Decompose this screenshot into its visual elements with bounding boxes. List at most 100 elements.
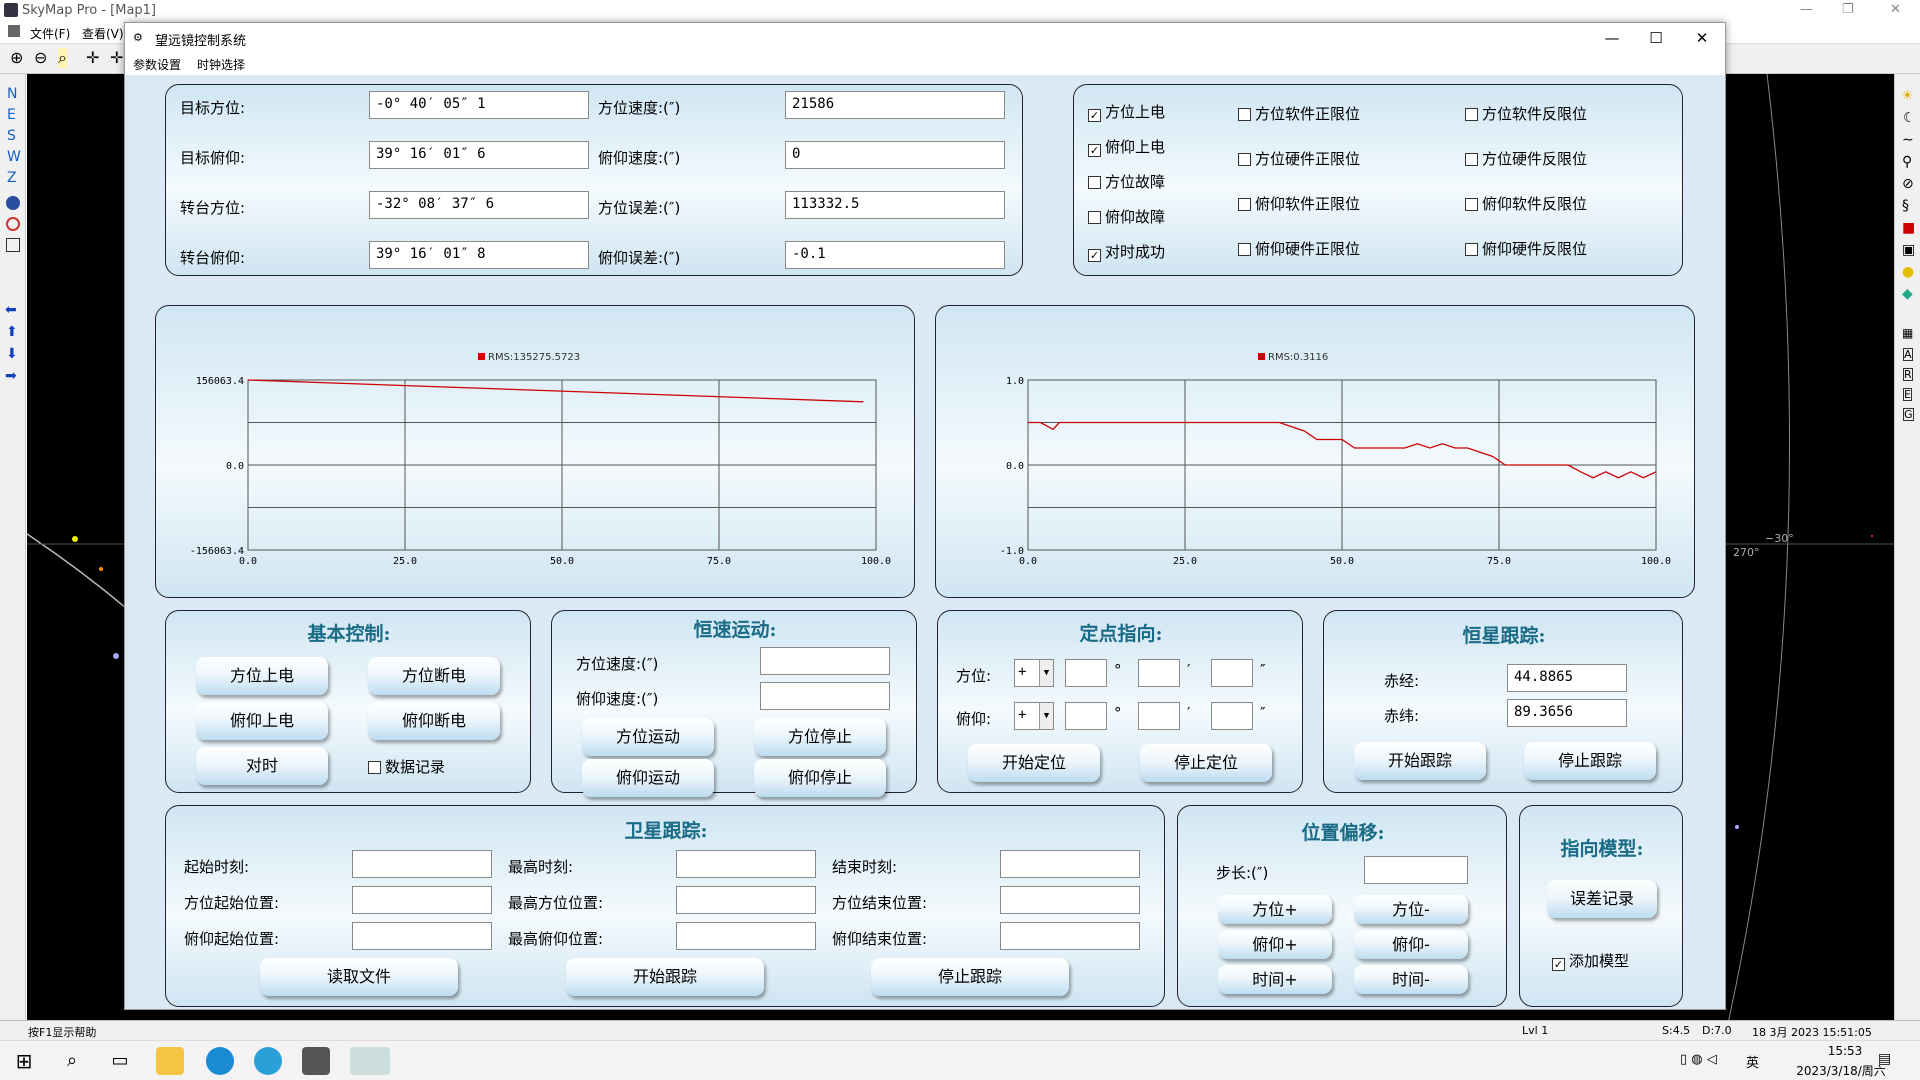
dec-input[interactable]: 89.3656 xyxy=(1507,699,1627,727)
time-plus-button[interactable]: 时间+ xyxy=(1218,965,1332,994)
elevation-error-field[interactable]: -0.1 xyxy=(785,241,1005,269)
azimuth-minus-button[interactable]: 方位- xyxy=(1354,895,1468,924)
minimize-icon[interactable]: — xyxy=(1597,27,1627,49)
zoom-out-icon[interactable]: ⊖ xyxy=(34,48,47,67)
flag-checkbox[interactable]: 俯仰软件反限位 xyxy=(1465,193,1587,214)
flag-checkbox-box[interactable] xyxy=(1465,198,1478,211)
point-elevation-sec-input[interactable] xyxy=(1211,702,1253,730)
flag-checkbox-box[interactable]: ✓ xyxy=(1088,144,1101,157)
telescope-taskbar-icon[interactable] xyxy=(350,1047,390,1075)
point-azimuth-sec-input[interactable] xyxy=(1211,659,1253,687)
elevation-power-off-button[interactable]: 俯仰断电 xyxy=(368,702,500,740)
close-icon[interactable]: ✕ xyxy=(1687,27,1717,49)
time-minus-button[interactable]: 时间- xyxy=(1354,965,1468,994)
azimuth-stop-button[interactable]: 方位停止 xyxy=(754,718,886,756)
ime-indicator[interactable]: 英 xyxy=(1746,1052,1759,1071)
add-model-box[interactable]: ✓ xyxy=(1552,958,1565,971)
target-azimuth-field[interactable]: -0° 40′ 05″ 1 xyxy=(369,91,589,119)
sat-field-input[interactable] xyxy=(676,850,816,878)
clock-icon[interactable] xyxy=(6,217,20,231)
west-button[interactable]: W xyxy=(7,147,21,168)
sat-field-input[interactable] xyxy=(676,886,816,914)
flag-checkbox-box[interactable] xyxy=(1238,108,1251,121)
camera-icon[interactable]: ▣ xyxy=(1902,242,1915,258)
data-record-checkbox[interactable]: 数据记录 xyxy=(368,756,445,777)
search-icon[interactable]: ⌕ xyxy=(58,1047,86,1075)
task-view-icon[interactable]: ▭ xyxy=(106,1047,134,1075)
clock-time[interactable]: 15:53 xyxy=(1800,1044,1890,1058)
edge-icon[interactable] xyxy=(206,1047,234,1075)
arrow-up-icon[interactable]: ⬆ xyxy=(6,324,18,340)
skymap-minimize-icon[interactable]: — xyxy=(1800,2,1813,17)
moon-icon[interactable]: ☾ xyxy=(1903,110,1916,126)
step-input[interactable] xyxy=(1364,856,1468,884)
galaxy-icon[interactable]: ⊘ xyxy=(1902,176,1914,192)
flag-checkbox-box[interactable]: ✓ xyxy=(1088,249,1101,262)
comet-icon[interactable]: ∼ xyxy=(1902,132,1914,148)
north-button[interactable]: N xyxy=(7,84,21,105)
azimuth-speed-field[interactable]: 21586 xyxy=(785,91,1005,119)
e-icon[interactable]: E xyxy=(1903,388,1912,401)
point-azimuth-deg-input[interactable] xyxy=(1065,659,1107,687)
sat-field-input[interactable] xyxy=(352,922,492,950)
crosshair-icon[interactable]: ✛ xyxy=(110,48,123,67)
swirl-icon[interactable]: § xyxy=(1902,198,1909,214)
arrow-down-icon[interactable]: ⬇ xyxy=(6,346,18,362)
flag-checkbox[interactable]: 俯仰软件正限位 xyxy=(1238,193,1360,214)
flag-checkbox[interactable]: 方位硬件反限位 xyxy=(1465,148,1587,169)
arrow-left-icon[interactable]: ⬅ xyxy=(5,302,17,318)
chevron-down-icon[interactable]: ▼ xyxy=(1039,703,1053,729)
flag-checkbox[interactable]: ✓ 俯仰上电 xyxy=(1088,136,1165,157)
azimuth-plus-button[interactable]: 方位+ xyxy=(1218,895,1332,924)
zoom-in-icon[interactable]: ⊕ xyxy=(10,48,23,67)
data-record-box[interactable] xyxy=(368,761,381,774)
target-elevation-field[interactable]: 39° 16′ 01″ 6 xyxy=(369,141,589,169)
skymap-taskbar-icon[interactable] xyxy=(254,1047,282,1075)
red-object-icon[interactable]: ■ xyxy=(1902,220,1915,236)
elevation-plus-button[interactable]: 俯仰+ xyxy=(1218,930,1332,959)
flag-checkbox-box[interactable] xyxy=(1088,176,1101,189)
flag-checkbox-box[interactable] xyxy=(1238,198,1251,211)
menu-param-settings[interactable]: 参数设置 xyxy=(133,56,181,73)
flag-checkbox-box[interactable] xyxy=(1465,108,1478,121)
menu-clock-select[interactable]: 时钟选择 xyxy=(197,56,245,73)
flag-checkbox[interactable]: 方位软件反限位 xyxy=(1465,103,1587,124)
const-elevation-speed-input[interactable] xyxy=(760,682,890,710)
flag-checkbox-box[interactable] xyxy=(1465,153,1478,166)
elevation-speed-field[interactable]: 0 xyxy=(785,141,1005,169)
maximize-icon[interactable]: ☐ xyxy=(1641,27,1671,49)
south-button[interactable]: S xyxy=(7,126,21,147)
skymap-menu-view[interactable]: 查看(V) xyxy=(82,25,124,42)
elevation-power-on-button[interactable]: 俯仰上电 xyxy=(196,702,328,740)
tray-icons[interactable]: ▯ ◍ ◁ xyxy=(1680,1052,1717,1067)
start-pointing-button[interactable]: 开始定位 xyxy=(968,744,1100,782)
zenith-button[interactable]: Z xyxy=(7,168,21,189)
read-file-button[interactable]: 读取文件 xyxy=(260,958,458,996)
stop-pointing-button[interactable]: 停止定位 xyxy=(1140,744,1272,782)
const-azimuth-speed-input[interactable] xyxy=(760,647,890,675)
skymap-menu-file[interactable]: 文件(F) xyxy=(30,25,70,42)
zoom-box-icon[interactable]: ⌕ xyxy=(58,48,67,68)
east-button[interactable]: E xyxy=(7,105,21,126)
flag-checkbox[interactable]: ✓ 方位上电 xyxy=(1088,101,1165,122)
flag-checkbox[interactable]: 俯仰故障 xyxy=(1088,206,1165,227)
a-icon[interactable]: A xyxy=(1903,348,1913,361)
azimuth-error-field[interactable]: 113332.5 xyxy=(785,191,1005,219)
arrow-right-icon[interactable]: ➡ xyxy=(5,368,17,384)
flag-checkbox[interactable]: 方位硬件正限位 xyxy=(1238,148,1360,169)
star-stop-tracking-button[interactable]: 停止跟踪 xyxy=(1524,742,1656,780)
ra-input[interactable]: 44.8865 xyxy=(1507,664,1627,692)
point-azimuth-min-input[interactable] xyxy=(1138,659,1180,687)
sat-field-input[interactable] xyxy=(1000,850,1140,878)
sat-field-input[interactable] xyxy=(676,922,816,950)
flag-checkbox-box[interactable] xyxy=(1238,153,1251,166)
add-model-checkbox[interactable]: ✓ 添加模型 xyxy=(1552,950,1629,971)
find-icon[interactable] xyxy=(6,238,20,252)
flag-checkbox[interactable]: 方位软件正限位 xyxy=(1238,103,1360,124)
flag-checkbox[interactable]: 俯仰硬件正限位 xyxy=(1238,238,1360,259)
elevation-minus-button[interactable]: 俯仰- xyxy=(1354,930,1468,959)
chevron-down-icon[interactable]: ▼ xyxy=(1039,660,1053,686)
point-elevation-sign-select[interactable]: + ▼ xyxy=(1014,702,1054,730)
shapes-icon[interactable]: ◆ xyxy=(1902,286,1913,302)
flag-checkbox-box[interactable] xyxy=(1465,243,1478,256)
